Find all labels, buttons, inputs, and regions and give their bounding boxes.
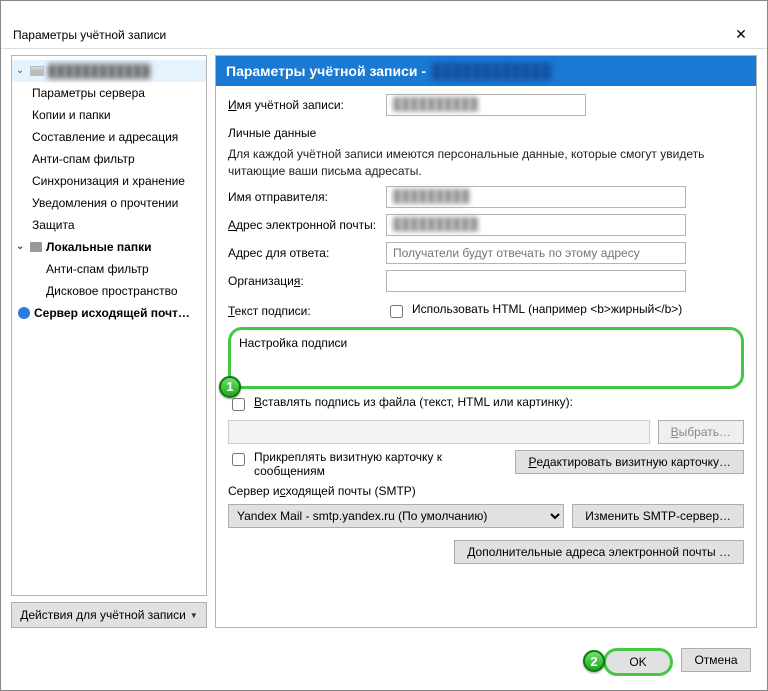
html-checkbox-row[interactable]: Использовать HTML (например <b>жирный</b… xyxy=(386,302,682,321)
personal-title: Личные данные xyxy=(228,126,744,140)
smtp-label: Сервер исходящей почты (SMTP) xyxy=(228,484,744,498)
chevron-down-icon: ⌄ xyxy=(16,63,26,79)
html-checkbox[interactable] xyxy=(390,305,403,318)
signature-textarea[interactable]: Настройка подписи xyxy=(237,334,735,382)
sig-label: Текст подписи: xyxy=(228,304,378,318)
vcard-checkbox[interactable] xyxy=(232,453,245,466)
email-input[interactable]: ██████████ xyxy=(386,214,686,236)
globe-icon xyxy=(18,307,30,319)
vcard-row[interactable]: Прикреплять визитную карточку к сообщени… xyxy=(228,450,507,478)
tree-item-sync[interactable]: Синхронизация и хранение xyxy=(12,170,206,192)
sender-name-label: Имя отправителя: xyxy=(228,190,378,204)
titlebar: Параметры учётной записи ✕ xyxy=(1,21,767,49)
edit-vcard-button[interactable]: Редактировать визитную карточку… xyxy=(515,450,744,474)
org-input[interactable] xyxy=(386,270,686,292)
chevron-down-icon: ▼ xyxy=(190,611,198,620)
tree-item-disk[interactable]: Дисковое пространство xyxy=(12,280,206,302)
tree-local-folders[interactable]: ⌄ Локальные папки xyxy=(12,236,206,258)
sig-file-row[interactable]: Вставлять подпись из файла (текст, HTML … xyxy=(228,395,744,414)
ok-button[interactable]: OK xyxy=(603,648,673,676)
sig-file-checkbox[interactable] xyxy=(232,398,245,411)
callout-1: 1 xyxy=(219,376,241,398)
reply-label: Адрес для ответа: xyxy=(228,246,378,260)
banner-account-blurred: ████████████ xyxy=(432,63,551,79)
smtp-select[interactable]: Yandex Mail - smtp.yandex.ru (По умолчан… xyxy=(228,504,564,528)
sig-file-label: Вставлять подпись из файла (текст, HTML … xyxy=(254,395,573,409)
account-name-label: ИИмя учётной записи:мя учётной записи: xyxy=(228,98,378,112)
edit-smtp-button[interactable]: Изменить SMTP-сервер… xyxy=(572,504,744,528)
account-name-blurred: ████████████ xyxy=(48,63,150,79)
tree-item-copies[interactable]: Копии и папки xyxy=(12,104,206,126)
personal-desc: Для каждой учётной записи имеются персон… xyxy=(228,146,744,180)
tree-item-compose[interactable]: Составление и адресация xyxy=(12,126,206,148)
callout-2: 2 xyxy=(583,650,605,672)
dialog-window: Параметры учётной записи ✕ ⌄ ███████████… xyxy=(0,0,768,691)
account-actions-button[interactable]: Действия для учётной записи ▼ xyxy=(11,602,207,628)
tree-outgoing-server[interactable]: Сервер исходящей почт… xyxy=(12,302,206,324)
email-label: Адрес электронной почты: xyxy=(228,218,378,232)
browse-button: Выбрать… xyxy=(658,420,744,444)
sig-file-path xyxy=(228,420,650,444)
reply-input[interactable] xyxy=(386,242,686,264)
account-name-input[interactable]: ██████████ xyxy=(386,94,586,116)
tree-item-security[interactable]: Защита xyxy=(12,214,206,236)
banner-title: Параметры учётной записи - xyxy=(226,63,426,79)
tree-account-root[interactable]: ⌄ ████████████ xyxy=(12,60,206,82)
window-title: Параметры учётной записи xyxy=(9,28,723,42)
tree-item-local-antispam[interactable]: Анти-спам фильтр xyxy=(12,258,206,280)
vcard-label: Прикреплять визитную карточку к сообщени… xyxy=(254,450,507,478)
outgoing-label: Сервер исходящей почт… xyxy=(34,306,190,320)
folder-icon xyxy=(30,242,42,252)
local-folders-label: Локальные папки xyxy=(46,239,152,255)
sidebar: ⌄ ████████████ Параметры сервера Копии и… xyxy=(11,55,207,628)
banner: Параметры учётной записи - ████████████ xyxy=(216,56,756,86)
cancel-button[interactable]: Отмена xyxy=(681,648,751,672)
tree-item-antispam[interactable]: Анти-спам фильтр xyxy=(12,148,206,170)
dialog-footer: 2 OK Отмена xyxy=(1,638,767,690)
tree-item-receipts[interactable]: Уведомления о прочтении xyxy=(12,192,206,214)
html-checkbox-label: Использовать HTML (например <b>жирный</b… xyxy=(412,302,682,316)
extra-emails-button[interactable]: Дополнительные адреса электронной почты … xyxy=(454,540,744,564)
mail-icon xyxy=(30,66,44,76)
account-actions-label: Действия для учётной записи xyxy=(20,608,186,622)
tree-item-server[interactable]: Параметры сервера xyxy=(12,82,206,104)
signature-area: Настройка подписи 1 xyxy=(228,327,744,389)
main-pane: Параметры учётной записи - ████████████ … xyxy=(215,55,757,628)
chevron-down-icon: ⌄ xyxy=(16,239,26,255)
org-label: Организация: xyxy=(228,274,378,288)
account-tree: ⌄ ████████████ Параметры сервера Копии и… xyxy=(11,55,207,596)
sender-name-input[interactable]: █████████ xyxy=(386,186,686,208)
close-icon[interactable]: ✕ xyxy=(723,23,759,47)
